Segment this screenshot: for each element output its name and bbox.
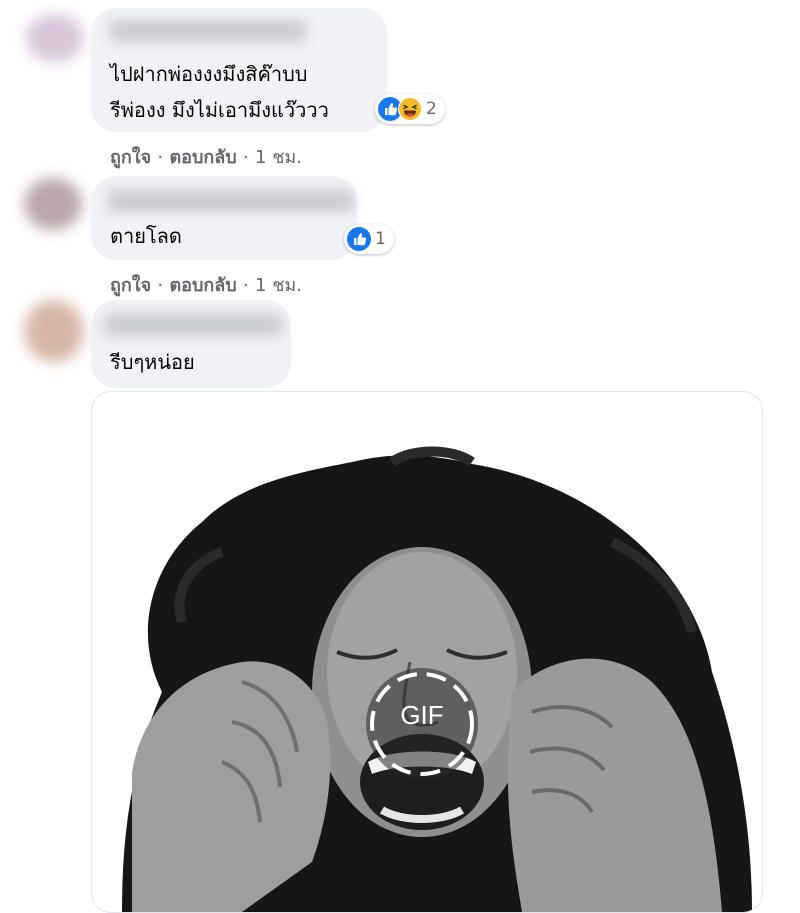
comment-actions: ถูกใจ · ตอบกลับ · 1 ชม. bbox=[110, 142, 302, 171]
reaction-summary[interactable]: 1 bbox=[344, 224, 394, 254]
avatar[interactable] bbox=[26, 14, 84, 62]
author-name-blurred[interactable] bbox=[108, 190, 354, 212]
gif-attachment[interactable] bbox=[91, 391, 763, 913]
reply-action[interactable]: ตอบกลับ bbox=[169, 275, 236, 296]
separator: · bbox=[243, 275, 249, 296]
reaction-count: 1 bbox=[375, 229, 386, 249]
comment-text: ไปฝากพ่องงงมึงสิค๊าบบ รีพ่องง มึงไม่เอาม… bbox=[110, 56, 329, 128]
comment-actions: ถูกใจ · ตอบกลับ · 1 ชม. bbox=[110, 270, 302, 299]
like-action[interactable]: ถูกใจ bbox=[110, 275, 151, 296]
timestamp[interactable]: 1 ชม. bbox=[255, 275, 302, 296]
comment-text-line: ไปฝากพ่องงงมึงสิค๊าบบ bbox=[110, 62, 308, 86]
separator: · bbox=[243, 147, 249, 168]
avatar[interactable] bbox=[24, 300, 84, 362]
comment-text-line: รีพ่องง มึงไม่เอามึงแว๊ววว bbox=[110, 98, 329, 122]
separator: · bbox=[157, 275, 164, 296]
comment-text: ตายโลด bbox=[110, 218, 182, 254]
author-name-blurred[interactable] bbox=[110, 20, 306, 42]
like-icon bbox=[347, 227, 371, 251]
gif-image bbox=[122, 446, 752, 912]
reply-action[interactable]: ตอบกลับ bbox=[169, 147, 236, 168]
like-action[interactable]: ถูกใจ bbox=[110, 147, 151, 168]
comment-text-line: ตายโลด bbox=[110, 224, 182, 248]
reaction-count: 2 bbox=[426, 99, 437, 119]
timestamp[interactable]: 1 ชม. bbox=[255, 147, 302, 168]
avatar[interactable] bbox=[24, 178, 82, 230]
comment-text: รีบๆหน่อย bbox=[110, 344, 195, 380]
comment-text-line: รีบๆหน่อย bbox=[110, 350, 195, 374]
author-name-blurred[interactable] bbox=[104, 314, 282, 336]
reaction-summary[interactable]: 2 bbox=[375, 94, 445, 124]
haha-icon bbox=[398, 97, 422, 121]
separator: · bbox=[157, 147, 164, 168]
gif-label: GIF bbox=[400, 700, 444, 730]
